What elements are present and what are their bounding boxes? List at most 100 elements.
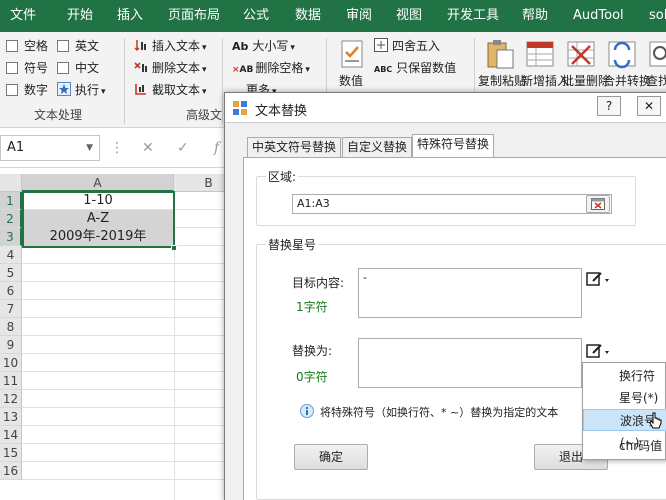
checkbox-space[interactable]: 空格 bbox=[6, 36, 48, 56]
checkbox-chinese[interactable]: 中文 bbox=[57, 58, 99, 78]
gridline bbox=[22, 371, 232, 372]
batch-delete-icon[interactable] bbox=[564, 38, 598, 72]
fx-icon[interactable]: f bbox=[214, 140, 219, 156]
checkbox-box[interactable] bbox=[57, 40, 69, 52]
round-button[interactable]: 四舍五入 bbox=[374, 36, 440, 56]
range-select-button[interactable] bbox=[586, 195, 610, 213]
tab-special-symbol[interactable]: 特殊符号替换 bbox=[412, 134, 495, 158]
chevron-down-icon[interactable]: ▼ bbox=[86, 136, 93, 160]
checkbox-box[interactable] bbox=[6, 40, 18, 52]
row-header[interactable]: 13 bbox=[0, 408, 22, 426]
tab-developer[interactable]: 开发工具 bbox=[447, 0, 499, 32]
row-header[interactable]: 10 bbox=[0, 354, 22, 372]
row-header[interactable]: 5 bbox=[0, 264, 22, 282]
gridline bbox=[22, 461, 232, 462]
tab-data[interactable]: 数据 bbox=[295, 0, 321, 32]
row-header[interactable]: 8 bbox=[0, 318, 22, 336]
region-label: 区域: bbox=[266, 168, 299, 185]
menu-item-asterisk[interactable]: 星号(*) bbox=[583, 387, 666, 409]
add-insert-icon[interactable] bbox=[523, 38, 557, 72]
row-header[interactable]: 15 bbox=[0, 444, 22, 462]
row-header[interactable]: 16 bbox=[0, 462, 22, 480]
close-button[interactable]: ✕ bbox=[637, 96, 661, 116]
group-separator bbox=[124, 38, 125, 124]
cut-text-label: 截取文本 bbox=[152, 83, 201, 97]
insert-text-button[interactable]: 插入文本 ▾ bbox=[134, 36, 207, 56]
abc-icon: ABC bbox=[374, 65, 393, 74]
target-insert-button[interactable] bbox=[584, 270, 612, 292]
checkbox-digit[interactable]: 数字 bbox=[6, 80, 48, 100]
help-button[interactable]: ? bbox=[597, 96, 621, 116]
checkbox-symbol[interactable]: 符号 bbox=[6, 58, 48, 78]
insert-icon bbox=[134, 40, 146, 52]
copy-paste-label: 复制粘贴 bbox=[478, 74, 527, 88]
copy-paste-icon[interactable] bbox=[483, 38, 517, 72]
tab-file[interactable]: 文件 bbox=[10, 0, 36, 32]
case-button[interactable]: Ab 大小写 ▾ bbox=[232, 36, 295, 56]
value-icon[interactable] bbox=[334, 38, 368, 72]
tab-formulas[interactable]: 公式 bbox=[243, 0, 269, 32]
checkbox-english[interactable]: 英文 bbox=[57, 36, 99, 56]
tab-page-layout[interactable]: 页面布局 bbox=[168, 0, 220, 32]
info-text: 将特殊符号（如换行符、* ~）替换为指定的文本 bbox=[320, 406, 559, 419]
star-icon bbox=[57, 82, 71, 96]
row-header[interactable]: 9 bbox=[0, 336, 22, 354]
tab-home[interactable]: 开始 bbox=[67, 0, 93, 32]
tab-view[interactable]: 视图 bbox=[396, 0, 422, 32]
row-header[interactable]: 3 bbox=[0, 228, 22, 246]
gridline bbox=[22, 299, 232, 300]
symbol-dropdown-menu: 换行符 星号(*) 波浪号(~) chr码值 bbox=[582, 362, 666, 460]
checkbox-box[interactable] bbox=[6, 84, 18, 96]
checkbox-label: 空格 bbox=[24, 39, 49, 53]
delete-text-button[interactable]: 删除文本 ▾ bbox=[134, 58, 207, 78]
find-icon[interactable] bbox=[646, 38, 666, 72]
gridline bbox=[22, 389, 232, 390]
ribbon-tab-bar: 文件 开始 插入 页面布局 公式 数据 审阅 视图 开发工具 帮助 AudToo… bbox=[0, 0, 666, 32]
round-icon bbox=[374, 38, 388, 52]
edit-icon bbox=[586, 344, 609, 358]
tab-cn-en-symbol[interactable]: 中英文符号替换 bbox=[247, 137, 342, 157]
checkbox-box[interactable] bbox=[57, 62, 69, 74]
execute-button[interactable]: 执行 ▾ bbox=[57, 80, 106, 100]
gridline bbox=[22, 317, 232, 318]
region-input[interactable]: A1:A3 bbox=[292, 194, 612, 214]
row-header[interactable]: 4 bbox=[0, 246, 22, 264]
select-all-corner[interactable] bbox=[0, 174, 22, 192]
menu-item-newline[interactable]: 换行符 bbox=[583, 365, 666, 387]
keep-value-button[interactable]: ABC 只保留数值 bbox=[374, 58, 456, 78]
row-header[interactable]: 11 bbox=[0, 372, 22, 390]
round-label: 四舍五入 bbox=[392, 39, 441, 53]
gridline bbox=[22, 281, 232, 282]
column-header-a[interactable]: A bbox=[22, 174, 174, 192]
row-header[interactable]: 12 bbox=[0, 390, 22, 408]
target-count: 1字符 bbox=[296, 300, 328, 314]
delete-space-button[interactable]: ×AB 删除空格 ▾ bbox=[232, 58, 310, 78]
cancel-icon[interactable]: ✕ bbox=[142, 140, 154, 156]
row-header[interactable]: 6 bbox=[0, 282, 22, 300]
enter-icon[interactable]: ✓ bbox=[177, 140, 189, 156]
row-header[interactable]: 1 bbox=[0, 192, 22, 210]
case-label: 大小写 bbox=[252, 39, 289, 53]
tab-insert[interactable]: 插入 bbox=[117, 0, 143, 32]
tab-audtool[interactable]: AudTool bbox=[573, 0, 624, 32]
tab-custom-replace[interactable]: 自定义替换 bbox=[342, 137, 413, 157]
group-label-advanced-text: 高级文 bbox=[186, 108, 223, 122]
replace-input[interactable] bbox=[358, 338, 582, 388]
cut-text-button[interactable]: 截取文本 ▾ bbox=[134, 80, 207, 100]
tab-solu[interactable]: solu bbox=[649, 0, 666, 32]
row-header[interactable]: 14 bbox=[0, 426, 22, 444]
target-input[interactable]: - bbox=[358, 268, 582, 318]
checkbox-box[interactable] bbox=[6, 62, 18, 74]
tab-help[interactable]: 帮助 bbox=[522, 0, 548, 32]
name-box[interactable]: A1 ▼ bbox=[0, 135, 100, 161]
app-icon bbox=[233, 101, 247, 115]
fill-handle[interactable] bbox=[171, 245, 177, 251]
replace-insert-button[interactable] bbox=[584, 342, 612, 364]
ok-button[interactable]: 确定 bbox=[294, 444, 368, 470]
merge-convert-icon[interactable] bbox=[605, 38, 639, 72]
row-header[interactable]: 2 bbox=[0, 210, 22, 228]
tab-review[interactable]: 审阅 bbox=[346, 0, 372, 32]
gridline bbox=[22, 263, 232, 264]
menu-item-chr-code[interactable]: chr码值 bbox=[583, 435, 666, 457]
row-header[interactable]: 7 bbox=[0, 300, 22, 318]
